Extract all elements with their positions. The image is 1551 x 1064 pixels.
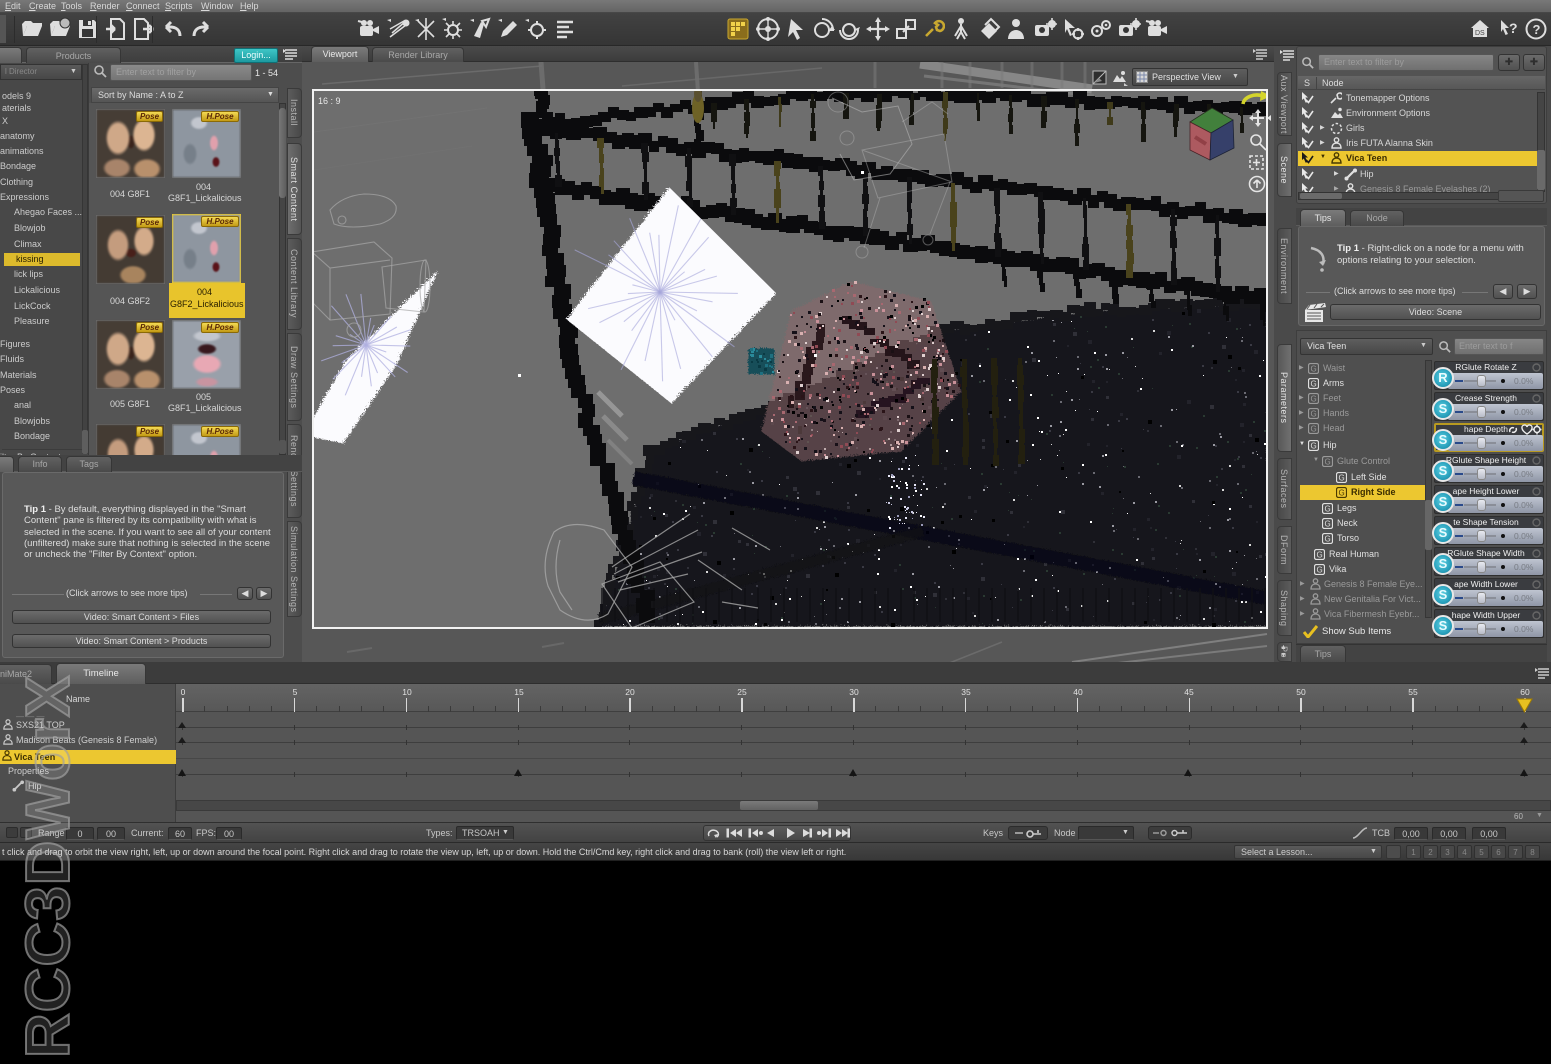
svg-text:G: G <box>1339 474 1345 483</box>
svg-text:G: G <box>1325 458 1331 467</box>
svg-text:16 : 9: 16 : 9 <box>318 96 341 106</box>
svg-text:G: G <box>1311 442 1317 451</box>
svg-text:DS: DS <box>1475 30 1485 37</box>
svg-text:G: G <box>1317 566 1323 575</box>
svg-text:G: G <box>1311 380 1317 389</box>
svg-text:?: ? <box>1509 20 1518 36</box>
svg-text:G: G <box>1325 505 1331 514</box>
svg-text:G: G <box>1325 520 1331 529</box>
svg-text:G: G <box>1311 410 1317 419</box>
svg-text:G: G <box>1311 425 1317 434</box>
svg-text:G: G <box>1325 535 1331 544</box>
svg-text:G: G <box>1339 489 1345 498</box>
svg-text:G: G <box>1317 551 1323 560</box>
svg-text:G: G <box>1311 395 1317 404</box>
svg-text:G: G <box>1311 365 1317 374</box>
svg-text:?: ? <box>1533 22 1541 37</box>
